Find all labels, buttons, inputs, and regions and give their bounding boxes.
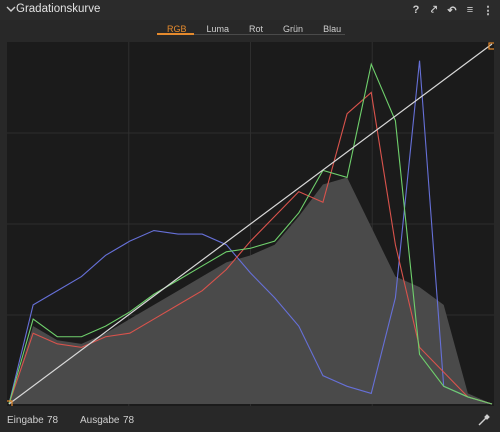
header-icons: ? ⤤ ↶ ≡ ⋮ <box>410 3 494 17</box>
footer: Eingabe 78 Ausgabe 78 <box>0 410 500 432</box>
menu-icon[interactable]: ≡ <box>464 4 476 16</box>
copy-icon[interactable]: ⤤ <box>428 4 440 16</box>
curve-canvas[interactable] <box>7 42 494 406</box>
help-icon[interactable]: ? <box>410 4 422 16</box>
more-icon[interactable]: ⋮ <box>482 4 494 17</box>
eyedropper-icon[interactable] <box>477 413 491 427</box>
input-value: 78 <box>47 415 59 426</box>
tab-active-indicator <box>157 33 194 35</box>
output-label: Ausgabe <box>80 415 120 426</box>
output-value: 78 <box>123 415 135 426</box>
panel-header: Gradationskurve ? ⤤ ↶ ≡ ⋮ <box>0 0 500 20</box>
panel-title: Gradationskurve <box>16 3 101 15</box>
reset-icon[interactable]: ↶ <box>446 4 458 17</box>
curve-graph[interactable] <box>7 42 494 406</box>
input-label: Eingabe <box>7 415 44 426</box>
